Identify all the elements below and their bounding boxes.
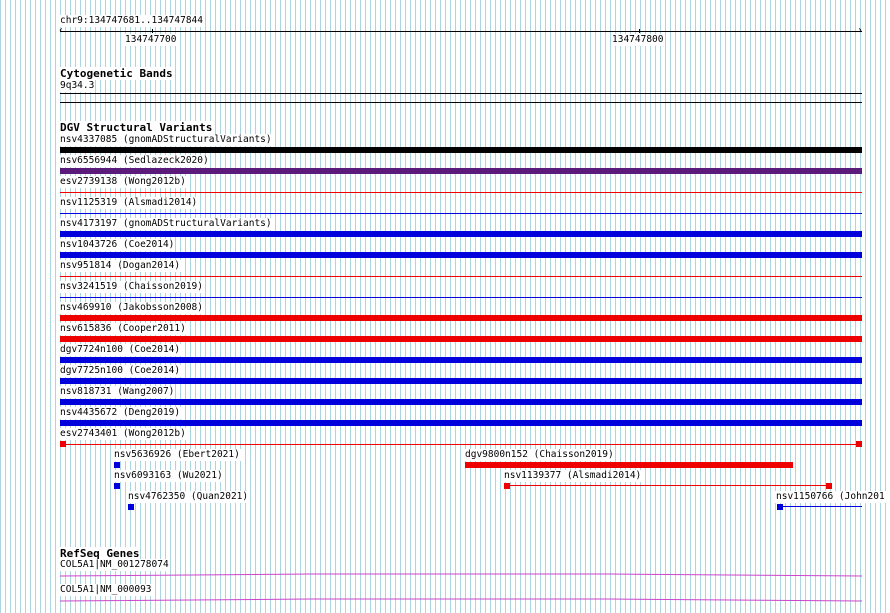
variant-label: nsv1043726 (Coe2014)	[59, 239, 176, 251]
variant-feature[interactable]	[60, 297, 862, 298]
variant-feature-end[interactable]	[504, 483, 510, 489]
variant-label: nsv1150766 (John201	[775, 491, 886, 503]
variant-feature[interactable]	[114, 462, 120, 468]
variant-feature[interactable]	[60, 315, 862, 321]
variant-feature[interactable]	[60, 213, 862, 214]
variant-label: esv2743401 (Wong2012b)	[59, 428, 187, 440]
track-title-cytoband[interactable]: Cytogenetic Bands	[59, 67, 174, 80]
variant-feature-end[interactable]	[777, 504, 783, 510]
variant-feature[interactable]	[465, 462, 793, 468]
gene-feature[interactable]	[59, 569, 863, 581]
ruler-tick-label: 134747800	[611, 34, 665, 46]
variant-label: nsv1139377 (Alsmadi2014)	[503, 470, 643, 482]
gene-feature[interactable]	[59, 594, 863, 606]
variant-feature[interactable]	[114, 483, 120, 489]
variant-feature[interactable]	[60, 276, 862, 277]
variant-feature[interactable]	[779, 506, 862, 507]
ruler-tick	[152, 29, 153, 33]
variant-feature[interactable]	[60, 357, 862, 363]
variant-label: dgv7725n100 (Coe2014)	[59, 365, 182, 377]
variant-label: nsv6556944 (Sedlazeck2020)	[59, 155, 210, 167]
variant-label: nsv5636926 (Ebert2021)	[113, 449, 241, 461]
variant-feature-end[interactable]	[826, 483, 832, 489]
track-title-dgv[interactable]: DGV Structural Variants	[59, 121, 214, 134]
ruler-tick	[639, 29, 640, 33]
variant-feature[interactable]	[507, 485, 830, 486]
variant-feature[interactable]	[60, 192, 862, 193]
cytoband-ideogram-bottom	[60, 102, 862, 103]
variant-feature[interactable]	[60, 252, 862, 258]
variant-label: nsv3241519 (Chaisson2019)	[59, 281, 204, 293]
variant-feature[interactable]	[60, 168, 862, 174]
variant-feature-end[interactable]	[856, 441, 862, 447]
ruler-right-arrow-icon[interactable]: ›	[857, 26, 863, 36]
variant-feature[interactable]	[60, 399, 862, 405]
variant-label: nsv6093163 (Wu2021)	[113, 470, 224, 482]
variant-feature[interactable]	[60, 147, 862, 153]
cytoband-label: 9q34.3	[59, 80, 96, 92]
variant-label: nsv4337085 (gnomADStructuralVariants)	[59, 134, 273, 146]
variant-label: nsv4762350 (Quan2021)	[127, 491, 250, 503]
variant-feature[interactable]	[60, 444, 862, 445]
variant-label: esv2739138 (Wong2012b)	[59, 176, 187, 188]
variant-feature[interactable]	[60, 420, 862, 426]
ruler-left-arrow-icon[interactable]: ‹	[58, 26, 64, 36]
genome-browser-view[interactable]: chr9:134747681..134747844 ‹ › 134747700 …	[0, 0, 890, 613]
variant-feature[interactable]	[60, 336, 862, 342]
variant-feature[interactable]	[60, 231, 862, 237]
cytoband-ideogram-top[interactable]	[60, 93, 862, 94]
variant-label: nsv4435672 (Deng2019)	[59, 407, 182, 419]
ruler-tick-label: 134747700	[124, 34, 178, 46]
variant-label: nsv951814 (Dogan2014)	[59, 260, 182, 272]
variant-label: nsv818731 (Wang2007)	[59, 386, 176, 398]
variant-label: nsv4173197 (gnomADStructuralVariants)	[59, 218, 273, 230]
ruler-axis	[60, 31, 862, 32]
variant-label: nsv1125319 (Alsmadi2014)	[59, 197, 199, 209]
ruler-region-label: chr9:134747681..134747844	[59, 15, 204, 27]
variant-feature-end[interactable]	[60, 441, 66, 447]
variant-feature[interactable]	[60, 378, 862, 384]
variant-label: dgv9800n152 (Chaisson2019)	[464, 449, 615, 461]
variant-label: dgv7724n100 (Coe2014)	[59, 344, 182, 356]
variant-label: nsv615836 (Cooper2011)	[59, 323, 187, 335]
variant-feature[interactable]	[128, 504, 134, 510]
variant-label: nsv469910 (Jakobsson2008)	[59, 302, 204, 314]
